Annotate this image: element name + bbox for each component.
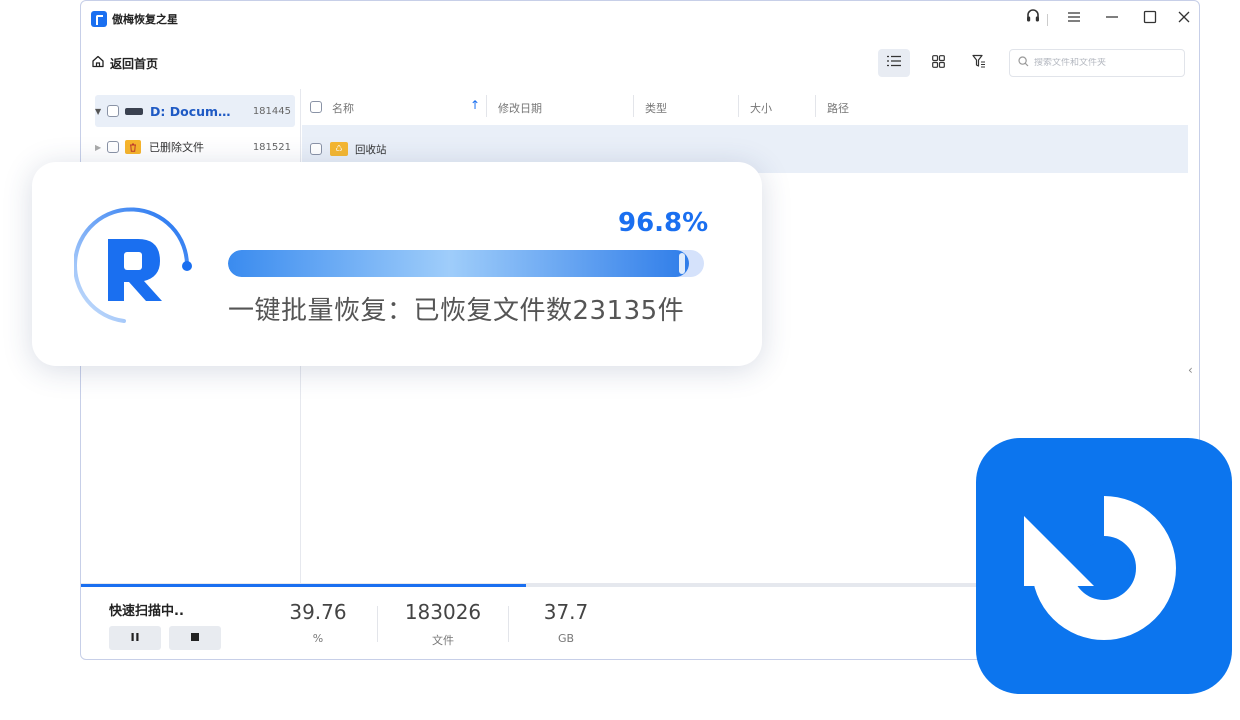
column-type[interactable]: 类型 [645, 100, 667, 116]
expand-triangle-icon[interactable]: ▼ [95, 107, 107, 116]
title-bar: 傲梅恢复之星 [81, 1, 1199, 37]
stat-percent-value: 39.76 [289, 600, 347, 624]
app-title: 傲梅恢复之星 [112, 13, 178, 26]
pause-icon [130, 632, 140, 645]
column-divider [486, 95, 487, 117]
column-divider [738, 95, 739, 117]
close-icon[interactable] [1177, 7, 1191, 31]
stat-percent: 39.76 % [263, 600, 373, 645]
maximize-icon[interactable] [1143, 7, 1157, 31]
headset-icon[interactable] [1025, 7, 1041, 31]
grid-view-button[interactable] [922, 49, 954, 77]
recovery-progress-track [228, 250, 704, 277]
stop-icon [190, 632, 200, 645]
filter-button[interactable] [963, 49, 995, 77]
drive-count: 181445 [252, 105, 291, 117]
recovery-percent: 96.8% [618, 208, 709, 238]
brand-logo-icon [73, 204, 204, 334]
drive-label: D: Documents [150, 103, 238, 119]
toolbar: 返回首页 [81, 41, 1199, 85]
column-size[interactable]: 大小 [750, 100, 772, 116]
deleted-label: 已删除文件 [149, 141, 204, 154]
list-view-button[interactable] [878, 49, 910, 77]
drive-checkbox[interactable] [107, 105, 119, 117]
search-input[interactable] [1034, 58, 1174, 68]
stat-files-unit: 文件 [432, 634, 454, 647]
column-modified[interactable]: 修改日期 [498, 100, 542, 116]
list-view-icon [887, 55, 901, 71]
recovery-caption: 一键批量恢复：已恢复文件数23135件 [228, 296, 685, 326]
search-box[interactable] [1009, 49, 1185, 77]
restore-icon [976, 438, 1232, 694]
recovery-progress-fill [228, 250, 689, 277]
select-all-checkbox[interactable] [310, 101, 322, 113]
grid-view-icon [931, 54, 945, 72]
drive-icon [125, 107, 143, 115]
stat-divider [508, 606, 509, 642]
row-checkbox[interactable] [310, 143, 322, 155]
search-icon [1018, 56, 1029, 70]
row-name: 回收站 [355, 143, 387, 156]
stat-size-unit: GB [557, 632, 575, 645]
tree-item-deleted-files[interactable]: ▶ 已删除文件 181521 [95, 131, 295, 163]
collapse-triangle-icon[interactable]: ▶ [95, 143, 107, 152]
minimize-icon[interactable] [1105, 7, 1119, 31]
deleted-count: 181521 [252, 141, 291, 153]
stat-size-value: 37.7 [543, 600, 589, 624]
stop-button[interactable] [169, 626, 221, 650]
column-divider [633, 95, 634, 117]
stat-files: 183026 文件 [388, 600, 498, 648]
pause-button[interactable] [109, 626, 161, 650]
tree-item-drive[interactable]: ▼ D: Documents 181445 [95, 95, 295, 127]
column-divider [815, 95, 816, 117]
menu-icon[interactable] [1067, 7, 1081, 31]
deleted-checkbox[interactable] [107, 141, 119, 153]
panel-collapse-icon[interactable]: ‹ [1188, 363, 1193, 377]
stat-percent-unit: % [312, 632, 324, 645]
stat-size: 37.7 GB [511, 600, 621, 645]
home-button[interactable]: 返回首页 [91, 54, 158, 72]
scan-status: 快速扫描中.. [109, 604, 184, 619]
scan-progress-fill [81, 584, 526, 587]
stat-files-value: 183026 [404, 600, 482, 624]
home-label: 返回首页 [110, 56, 159, 71]
recovery-progress-card: 96.8% 一键批量恢复：已恢复文件数23135件 [32, 162, 762, 366]
sort-asc-icon[interactable]: ↑ [470, 98, 480, 112]
column-name[interactable]: 名称 [332, 100, 354, 116]
stat-divider [377, 606, 378, 642]
title-separator [1047, 14, 1048, 26]
filter-icon [972, 54, 986, 72]
column-path[interactable]: 路径 [827, 100, 849, 116]
app-logo-icon [91, 11, 107, 27]
recovery-progress-knob [678, 253, 685, 274]
home-icon [91, 54, 105, 72]
trash-folder-icon [125, 140, 141, 154]
recycle-folder-icon: ♺ [330, 142, 348, 156]
file-list-header: 名称 ↑ 修改日期 类型 大小 路径 [302, 89, 1188, 125]
